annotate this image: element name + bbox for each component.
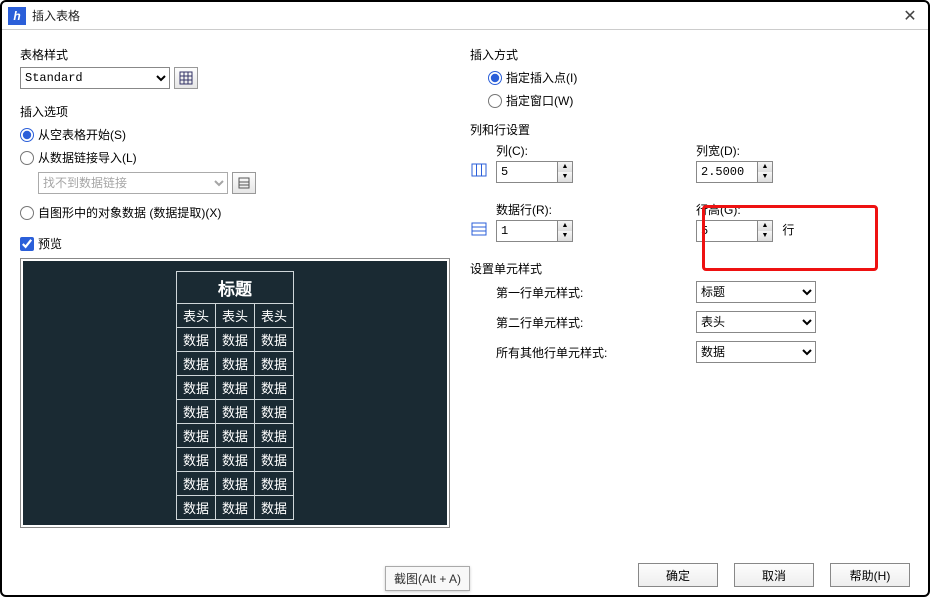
cellstyle-section-label: 设置单元样式 [470, 260, 910, 277]
grid-edit-icon [179, 71, 193, 85]
preview-data-cell: 数据 [215, 472, 254, 496]
preview-frame: 标题 表头 表头 表头 数据数据数据 数据数据数据 数据数据数据 数据数据数据 … [20, 258, 450, 528]
spin-down[interactable]: ▼ [558, 172, 572, 182]
data-rows-label: 数据行(R): [496, 201, 696, 218]
data-rows-input[interactable] [497, 221, 557, 241]
cancel-button[interactable]: 取消 [734, 563, 814, 587]
row-height-input[interactable] [697, 221, 757, 241]
preview-data-cell: 数据 [255, 400, 294, 424]
preview-data-cell: 数据 [215, 496, 254, 520]
row-height-unit: 行 [782, 223, 794, 237]
preview-data-cell: 数据 [255, 328, 294, 352]
columns-spinner[interactable]: ▲▼ [496, 161, 573, 183]
right-column: 插入方式 指定插入点(I) 指定窗口(W) 列和行设置 列(C): 列宽(D): [470, 40, 910, 528]
preview-table: 标题 表头 表头 表头 数据数据数据 数据数据数据 数据数据数据 数据数据数据 … [176, 271, 294, 520]
preview-header-cell: 表头 [215, 304, 254, 328]
content-area: 表格样式 Standard 插入选项 从空表格开始(S) 从数据链接导入(L) [2, 30, 928, 528]
radio-datalink-label: 从数据链接导入(L) [38, 149, 137, 166]
radio-insert-point-label: 指定插入点(I) [506, 69, 577, 86]
preview-label: 预览 [38, 235, 62, 252]
preview-header-cell: 表头 [255, 304, 294, 328]
preview-data-cell: 数据 [215, 352, 254, 376]
preview-data-cell: 数据 [255, 472, 294, 496]
preview-data-cell: 数据 [176, 496, 215, 520]
column-width-input[interactable] [697, 162, 757, 182]
row2-style-label: 第二行单元样式: [496, 314, 696, 331]
column-width-spinner[interactable]: ▲▼ [696, 161, 773, 183]
rows-icon [470, 220, 488, 238]
data-rows-spinner[interactable]: ▲▼ [496, 220, 573, 242]
datalink-browse-button[interactable] [232, 172, 256, 194]
radio-extract-label: 自图形中的对象数据 (数据提取)(X) [38, 204, 221, 221]
preview-data-cell: 数据 [255, 448, 294, 472]
app-logo-icon: h [8, 7, 26, 25]
spin-down[interactable]: ▼ [558, 231, 572, 241]
row2-style-combo[interactable]: 表头 [696, 311, 816, 333]
insert-mode-label: 插入方式 [470, 46, 910, 63]
radio-insert-point[interactable] [488, 71, 502, 85]
spin-up[interactable]: ▲ [758, 221, 772, 231]
datalink-icon [237, 176, 251, 190]
columns-icon [470, 161, 488, 179]
spin-up[interactable]: ▲ [558, 221, 572, 231]
preview-data-cell: 数据 [176, 472, 215, 496]
column-width-label: 列宽(D): [696, 142, 896, 159]
left-column: 表格样式 Standard 插入选项 从空表格开始(S) 从数据链接导入(L) [20, 40, 450, 528]
preview-data-cell: 数据 [255, 376, 294, 400]
table-style-combo[interactable]: Standard [20, 67, 170, 89]
columns-label: 列(C): [496, 142, 696, 159]
titlebar: h 插入表格 ✕ [2, 2, 928, 30]
row1-style-label: 第一行单元样式: [496, 284, 696, 301]
radio-extract[interactable] [20, 206, 34, 220]
spin-down[interactable]: ▼ [758, 231, 772, 241]
spin-up[interactable]: ▲ [758, 162, 772, 172]
preview-data-cell: 数据 [176, 400, 215, 424]
radio-insert-window[interactable] [488, 94, 502, 108]
preview-data-cell: 数据 [255, 352, 294, 376]
ok-button[interactable]: 确定 [638, 563, 718, 587]
radio-empty-table-label: 从空表格开始(S) [38, 126, 126, 143]
spin-down[interactable]: ▼ [758, 172, 772, 182]
preview-data-cell: 数据 [176, 424, 215, 448]
table-style-label: 表格样式 [20, 46, 450, 63]
preview-data-cell: 数据 [215, 376, 254, 400]
preview-data-cell: 数据 [215, 448, 254, 472]
help-button[interactable]: 帮助(H) [830, 563, 910, 587]
preview-data-cell: 数据 [215, 400, 254, 424]
insert-options-label: 插入选项 [20, 103, 450, 120]
preview-title-cell: 标题 [176, 272, 293, 304]
close-button[interactable]: ✕ [898, 6, 922, 26]
columns-input[interactable] [497, 162, 557, 182]
row-height-spinner[interactable]: ▲▼ [696, 220, 773, 242]
preview-data-cell: 数据 [215, 424, 254, 448]
rowother-style-combo[interactable]: 数据 [696, 341, 816, 363]
rowother-style-label: 所有其他行单元样式: [496, 344, 696, 361]
radio-insert-window-label: 指定窗口(W) [506, 92, 573, 109]
preview-checkbox[interactable] [20, 237, 34, 251]
screenshot-tooltip: 截图(Alt + A) [385, 566, 470, 591]
row-height-label: 行高(G): [696, 201, 896, 218]
colrow-section-label: 列和行设置 [470, 121, 910, 138]
row1-style-combo[interactable]: 标题 [696, 281, 816, 303]
datalink-combo[interactable]: 找不到数据链接 [38, 172, 228, 194]
radio-empty-table[interactable] [20, 128, 34, 142]
preview-canvas: 标题 表头 表头 表头 数据数据数据 数据数据数据 数据数据数据 数据数据数据 … [23, 261, 447, 525]
radio-datalink[interactable] [20, 151, 34, 165]
preview-data-cell: 数据 [176, 328, 215, 352]
table-style-edit-button[interactable] [174, 67, 198, 89]
dialog-window: h 插入表格 ✕ 表格样式 Standard 插入选项 从空表格开始(S) [0, 0, 930, 597]
preview-data-cell: 数据 [255, 496, 294, 520]
preview-data-cell: 数据 [215, 328, 254, 352]
window-title: 插入表格 [32, 7, 898, 24]
preview-data-cell: 数据 [176, 352, 215, 376]
preview-data-cell: 数据 [176, 376, 215, 400]
preview-data-cell: 数据 [176, 448, 215, 472]
preview-data-cell: 数据 [255, 424, 294, 448]
spin-up[interactable]: ▲ [558, 162, 572, 172]
preview-header-cell: 表头 [176, 304, 215, 328]
